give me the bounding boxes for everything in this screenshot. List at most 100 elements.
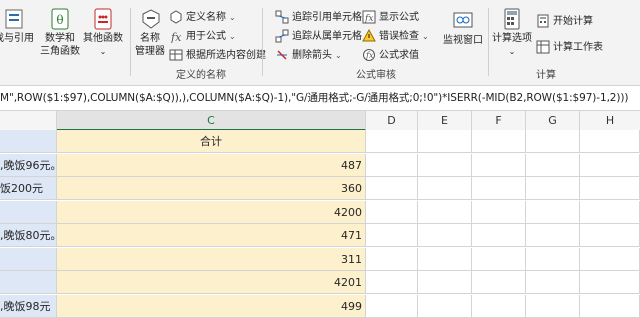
empty-cell[interactable] bbox=[472, 201, 526, 224]
ribbon-separator bbox=[130, 8, 131, 76]
empty-cell[interactable] bbox=[418, 295, 472, 318]
cell-b[interactable] bbox=[0, 130, 57, 153]
empty-cell[interactable] bbox=[366, 248, 418, 271]
column-header-g[interactable]: G bbox=[526, 111, 580, 131]
empty-cell[interactable] bbox=[580, 130, 640, 153]
empty-cell[interactable] bbox=[526, 154, 580, 177]
empty-cell[interactable] bbox=[526, 271, 580, 294]
cell-b[interactable] bbox=[0, 248, 57, 271]
total-cell[interactable]: 4201 bbox=[57, 271, 366, 294]
empty-cell[interactable] bbox=[472, 154, 526, 177]
empty-cell[interactable] bbox=[526, 130, 580, 153]
define-name-button[interactable]: 定义名称 ⌄ bbox=[169, 10, 236, 26]
empty-cell[interactable] bbox=[580, 295, 640, 318]
cell-b[interactable]: 饭200元 bbox=[0, 177, 57, 200]
column-header-f[interactable]: F bbox=[472, 111, 526, 131]
empty-cell[interactable] bbox=[418, 154, 472, 177]
evaluate-formula-button[interactable]: fx 公式求值 bbox=[362, 48, 419, 64]
empty-cell[interactable] bbox=[418, 130, 472, 153]
empty-cell[interactable] bbox=[580, 201, 640, 224]
lookup-reference-label: 找与引用 bbox=[0, 33, 34, 44]
column-header-e[interactable]: E bbox=[418, 111, 472, 131]
empty-cell[interactable] bbox=[418, 177, 472, 200]
column-header-c[interactable]: C bbox=[57, 111, 366, 131]
empty-cell[interactable] bbox=[526, 201, 580, 224]
more-functions-button[interactable]: 其他函数 ⌄ bbox=[82, 8, 124, 58]
remove-arrows-button[interactable]: 删除箭头 ⌄ bbox=[275, 48, 342, 64]
empty-cell[interactable] bbox=[472, 271, 526, 294]
empty-cell[interactable] bbox=[366, 224, 418, 247]
calculate-sheet-button[interactable]: 计算工作表 bbox=[536, 40, 603, 56]
evaluate-formula-icon: fx bbox=[362, 48, 376, 62]
show-formulas-button[interactable]: fx 显示公式 bbox=[362, 10, 419, 26]
math-trig-button[interactable]: θ 数学和 三角函数 bbox=[36, 8, 84, 58]
empty-cell[interactable] bbox=[526, 248, 580, 271]
calculate-now-button[interactable]: 开始计算 bbox=[536, 14, 593, 30]
empty-cell[interactable] bbox=[418, 271, 472, 294]
cell-b[interactable]: ,晚饭98元 bbox=[0, 295, 57, 318]
empty-cell[interactable] bbox=[472, 248, 526, 271]
column-header-d[interactable]: D bbox=[366, 111, 418, 131]
empty-cell[interactable] bbox=[526, 177, 580, 200]
use-in-formula-label: 用于公式 bbox=[186, 31, 226, 42]
total-cell[interactable]: 4200 bbox=[57, 201, 366, 224]
total-header-cell[interactable]: 合计 bbox=[57, 130, 366, 153]
empty-cell[interactable] bbox=[472, 295, 526, 318]
empty-cell[interactable] bbox=[418, 201, 472, 224]
use-in-formula-button[interactable]: fx 用于公式 ⌄ bbox=[169, 29, 236, 45]
create-from-selection-icon bbox=[169, 48, 183, 62]
empty-cell[interactable] bbox=[580, 248, 640, 271]
empty-cell[interactable] bbox=[366, 130, 418, 153]
empty-cell[interactable] bbox=[366, 295, 418, 318]
svg-text:fx: fx bbox=[365, 51, 374, 60]
calculation-options-button[interactable]: 计算选项 ⌄ bbox=[490, 8, 534, 58]
trace-dependents-label: 追踪从属单元格 bbox=[292, 31, 362, 42]
empty-cell[interactable] bbox=[580, 177, 640, 200]
watch-window-button[interactable]: 监视窗口 bbox=[440, 10, 486, 47]
empty-cell[interactable] bbox=[472, 177, 526, 200]
more-functions-arrow: ⌄ bbox=[99, 47, 107, 56]
empty-cell[interactable] bbox=[526, 295, 580, 318]
lookup-reference-button[interactable]: 找与引用 bbox=[0, 8, 34, 45]
formula-bar[interactable]: M",ROW($1:$97),COLUMN($A:$Q)),),COLUMN($… bbox=[0, 86, 640, 111]
cell-b[interactable]: ,晚饭96元。 bbox=[0, 154, 57, 177]
empty-cell[interactable] bbox=[366, 154, 418, 177]
calculator-icon bbox=[501, 8, 523, 30]
total-cell[interactable]: 471 bbox=[57, 224, 366, 247]
empty-cell[interactable] bbox=[472, 224, 526, 247]
empty-cell[interactable] bbox=[580, 224, 640, 247]
empty-cell[interactable] bbox=[580, 154, 640, 177]
more-functions-label: 其他函数 bbox=[83, 33, 123, 44]
error-checking-button[interactable]: 错误检查 ⌄ bbox=[362, 28, 429, 45]
empty-cell[interactable] bbox=[366, 201, 418, 224]
total-cell[interactable]: 499 bbox=[57, 295, 366, 318]
create-from-selection-button[interactable]: 根据所选内容创建 bbox=[169, 48, 266, 64]
trace-dependents-button[interactable]: 追踪从属单元格 bbox=[275, 29, 362, 45]
empty-cell[interactable] bbox=[472, 130, 526, 153]
create-from-selection-label: 根据所选内容创建 bbox=[186, 50, 266, 61]
cell-b[interactable] bbox=[0, 271, 57, 294]
cell-b[interactable]: ,晚饭80元。 bbox=[0, 224, 57, 247]
define-name-icon bbox=[169, 10, 183, 24]
empty-cell[interactable] bbox=[526, 224, 580, 247]
empty-cell[interactable] bbox=[366, 177, 418, 200]
total-cell[interactable]: 487 bbox=[57, 154, 366, 177]
formula-text[interactable]: M",ROW($1:$97),COLUMN($A:$Q)),),COLUMN($… bbox=[0, 90, 628, 105]
empty-cell[interactable] bbox=[418, 248, 472, 271]
calculation-options-label: 计算选项 bbox=[492, 33, 532, 44]
svg-text:fx: fx bbox=[364, 14, 373, 24]
column-header-h[interactable]: H bbox=[580, 111, 640, 131]
column-header-b[interactable] bbox=[0, 111, 57, 131]
calculate-now-icon bbox=[536, 14, 550, 28]
total-cell[interactable]: 360 bbox=[57, 177, 366, 200]
empty-cell[interactable] bbox=[580, 271, 640, 294]
total-cell[interactable]: 311 bbox=[57, 248, 366, 271]
cell-b[interactable] bbox=[0, 201, 57, 224]
trace-precedents-button[interactable]: 追踪引用单元格 bbox=[275, 10, 362, 26]
empty-cell[interactable] bbox=[366, 271, 418, 294]
remove-arrows-label: 删除箭头 bbox=[292, 50, 332, 61]
name-manager-button[interactable]: 名称 管理器 bbox=[133, 8, 167, 58]
define-name-label: 定义名称 bbox=[186, 12, 226, 23]
empty-cell[interactable] bbox=[418, 224, 472, 247]
defined-names-group-label: 定义的名称 bbox=[176, 70, 226, 81]
